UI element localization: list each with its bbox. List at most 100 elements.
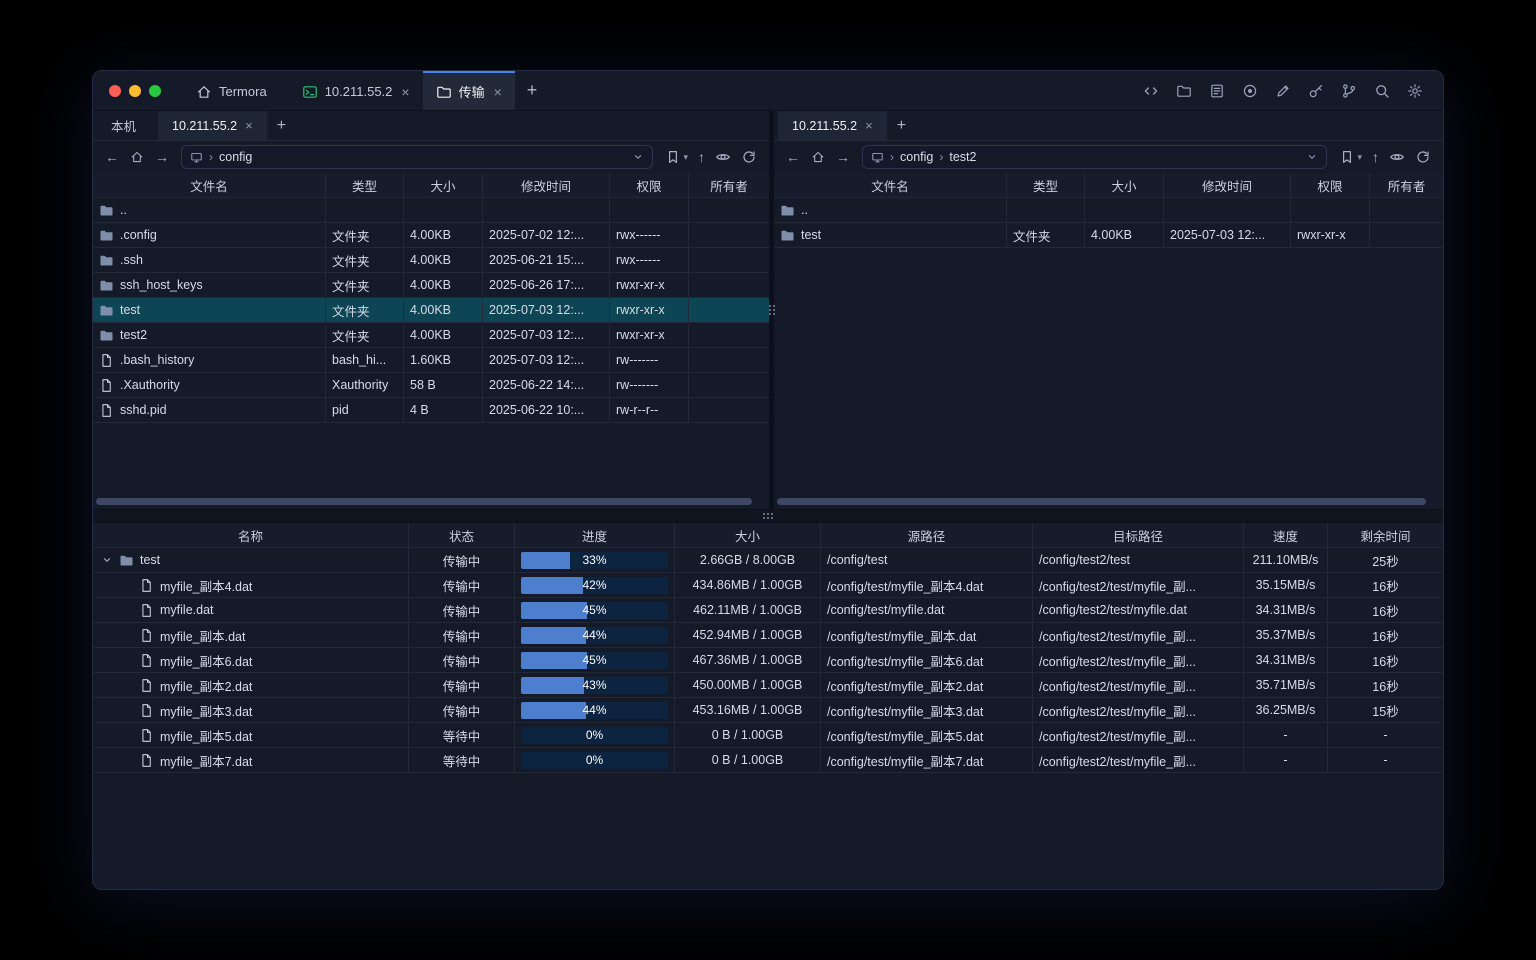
file-row[interactable]: sshd.pid pid 4 B 2025-06-22 10:... rw-r-…	[93, 398, 769, 423]
expand-chevron-icon[interactable]	[101, 554, 113, 566]
column-header[interactable]: 剩余时间	[1328, 523, 1443, 547]
column-header[interactable]: 大小	[404, 173, 483, 197]
search-button[interactable]	[1370, 79, 1394, 103]
breadcrumb[interactable]: › config	[890, 150, 933, 164]
bookmark-dropdown-icon[interactable]: ▾	[1357, 152, 1362, 163]
branch-button[interactable]	[1337, 79, 1361, 103]
file-row[interactable]: .ssh 文件夹 4.00KB 2025-06-21 15:... rwx---…	[93, 248, 769, 273]
transfer-splitter[interactable]	[93, 509, 1443, 523]
horizontal-scrollbar[interactable]	[777, 498, 1433, 505]
breadcrumb[interactable]: › config	[209, 150, 252, 164]
transfer-size-cell: 467.36MB / 1.00GB	[675, 648, 821, 672]
tab-close-icon[interactable]: ×	[401, 85, 409, 99]
folders-button[interactable]	[1172, 79, 1196, 103]
column-header[interactable]: 所有者	[1370, 173, 1443, 197]
bookmark-dropdown-icon[interactable]: ▾	[683, 152, 688, 163]
column-header[interactable]: 权限	[610, 173, 689, 197]
tab-close-icon[interactable]: ×	[494, 85, 502, 99]
file-row[interactable]: test 文件夹 4.00KB 2025-07-03 12:... rwxr-x…	[93, 298, 769, 323]
column-header[interactable]: 类型	[1007, 173, 1085, 197]
column-header[interactable]: 所有者	[689, 173, 769, 197]
column-header[interactable]: 大小	[1085, 173, 1164, 197]
progress-bar: 0%	[521, 727, 668, 744]
zoom-window-button[interactable]	[149, 85, 161, 97]
up-directory-button[interactable]: ↑	[698, 149, 705, 165]
refresh-button[interactable]	[741, 149, 757, 165]
app-tab[interactable]: 10.211.55.2 ×	[289, 71, 423, 110]
edit-button[interactable]	[1271, 79, 1295, 103]
column-header[interactable]: 文件名	[774, 173, 1007, 197]
keys-button[interactable]	[1304, 79, 1328, 103]
panel-tab-close-icon[interactable]: ×	[245, 119, 253, 132]
chevron-down-icon[interactable]	[632, 151, 644, 163]
file-row[interactable]: ..	[93, 198, 769, 223]
column-header[interactable]: 状态	[409, 523, 515, 547]
log-button[interactable]	[1205, 79, 1229, 103]
file-row[interactable]: test2 文件夹 4.00KB 2025-07-03 12:... rwxr-…	[93, 323, 769, 348]
column-header[interactable]: 进度	[515, 523, 675, 547]
forward-button[interactable]: →	[151, 146, 173, 168]
panel-tab[interactable]: 本机	[97, 111, 158, 140]
up-directory-button[interactable]: ↑	[1372, 149, 1379, 165]
scrollbar-thumb[interactable]	[777, 498, 1426, 505]
show-hidden-button[interactable]	[1389, 149, 1405, 165]
transfer-row[interactable]: test 传输中 33% 2.66GB / 8.00GB /config/tes…	[93, 548, 1443, 573]
column-header[interactable]: 源路径	[821, 523, 1033, 547]
chevron-down-icon[interactable]	[1306, 151, 1318, 163]
file-row[interactable]: .bash_history bash_hi... 1.60KB 2025-07-…	[93, 348, 769, 373]
column-header[interactable]: 类型	[326, 173, 404, 197]
settings-button[interactable]	[1403, 79, 1427, 103]
column-header[interactable]: 权限	[1291, 173, 1370, 197]
column-header[interactable]: 修改时间	[483, 173, 610, 197]
transfer-row[interactable]: myfile_副本7.dat 等待中 0% 0 B / 1.00GB /conf…	[93, 748, 1443, 773]
file-mtime-cell: 2025-07-02 12:...	[483, 223, 610, 247]
column-header[interactable]: 目标路径	[1033, 523, 1244, 547]
file-row[interactable]: test 文件夹 4.00KB 2025-07-03 12:... rwxr-x…	[774, 223, 1443, 248]
transfer-row[interactable]: myfile_副本2.dat 传输中 43% 450.00MB / 1.00GB…	[93, 673, 1443, 698]
panel-new-tab-button[interactable]: +	[887, 111, 916, 140]
refresh-button[interactable]	[1415, 149, 1431, 165]
transfer-row[interactable]: myfile_副本5.dat 等待中 0% 0 B / 1.00GB /conf…	[93, 723, 1443, 748]
bookmark-button[interactable]: ▾	[1339, 149, 1362, 165]
close-window-button[interactable]	[109, 85, 121, 97]
back-button[interactable]: ←	[101, 146, 123, 168]
panel-tab[interactable]: 10.211.55.2 ×	[158, 111, 267, 140]
file-row[interactable]: ssh_host_keys 文件夹 4.00KB 2025-06-26 17:.…	[93, 273, 769, 298]
breadcrumb[interactable]: › test2	[939, 150, 976, 164]
minimize-window-button[interactable]	[129, 85, 141, 97]
file-row[interactable]: .Xauthority Xauthority 58 B 2025-06-22 1…	[93, 373, 769, 398]
forward-button[interactable]: →	[832, 146, 854, 168]
show-hidden-button[interactable]	[715, 149, 731, 165]
column-header[interactable]: 修改时间	[1164, 173, 1291, 197]
horizontal-scrollbar[interactable]	[96, 498, 759, 505]
column-header[interactable]: 速度	[1244, 523, 1328, 547]
back-button[interactable]: ←	[782, 146, 804, 168]
code-snippets-button[interactable]	[1139, 79, 1163, 103]
transfer-speed-cell: 34.31MB/s	[1244, 598, 1328, 622]
app-tab[interactable]: 传输 ×	[423, 71, 515, 110]
path-bar[interactable]: › config › test2	[862, 145, 1327, 169]
column-header[interactable]: 大小	[675, 523, 821, 547]
record-button[interactable]	[1238, 79, 1262, 103]
column-header[interactable]: 名称	[93, 523, 409, 547]
home-button[interactable]	[126, 146, 148, 168]
path-bar[interactable]: › config	[181, 145, 653, 169]
scrollbar-thumb[interactable]	[96, 498, 752, 505]
transfer-row[interactable]: myfile_副本6.dat 传输中 45% 467.36MB / 1.00GB…	[93, 648, 1443, 673]
transfer-row[interactable]: myfile.dat 传输中 45% 462.11MB / 1.00GB /co…	[93, 598, 1443, 623]
panel-tab-close-icon[interactable]: ×	[865, 119, 873, 132]
file-mtime-cell	[483, 198, 610, 222]
transfer-row[interactable]: myfile_副本.dat 传输中 44% 452.94MB / 1.00GB …	[93, 623, 1443, 648]
home-button[interactable]	[807, 146, 829, 168]
panel-tab[interactable]: 10.211.55.2 ×	[778, 111, 887, 140]
file-row[interactable]: .config 文件夹 4.00KB 2025-07-02 12:... rwx…	[93, 223, 769, 248]
column-header[interactable]: 文件名	[93, 173, 326, 197]
new-tab-button[interactable]: +	[515, 80, 550, 101]
file-row[interactable]: ..	[774, 198, 1443, 223]
app-tab[interactable]: Termora	[183, 71, 289, 110]
panel-new-tab-button[interactable]: +	[267, 111, 296, 140]
bookmark-button[interactable]: ▾	[665, 149, 688, 165]
transfer-row[interactable]: myfile_副本4.dat 传输中 42% 434.86MB / 1.00GB…	[93, 573, 1443, 598]
file-type-cell: 文件夹	[326, 323, 404, 347]
transfer-row[interactable]: myfile_副本3.dat 传输中 44% 453.16MB / 1.00GB…	[93, 698, 1443, 723]
